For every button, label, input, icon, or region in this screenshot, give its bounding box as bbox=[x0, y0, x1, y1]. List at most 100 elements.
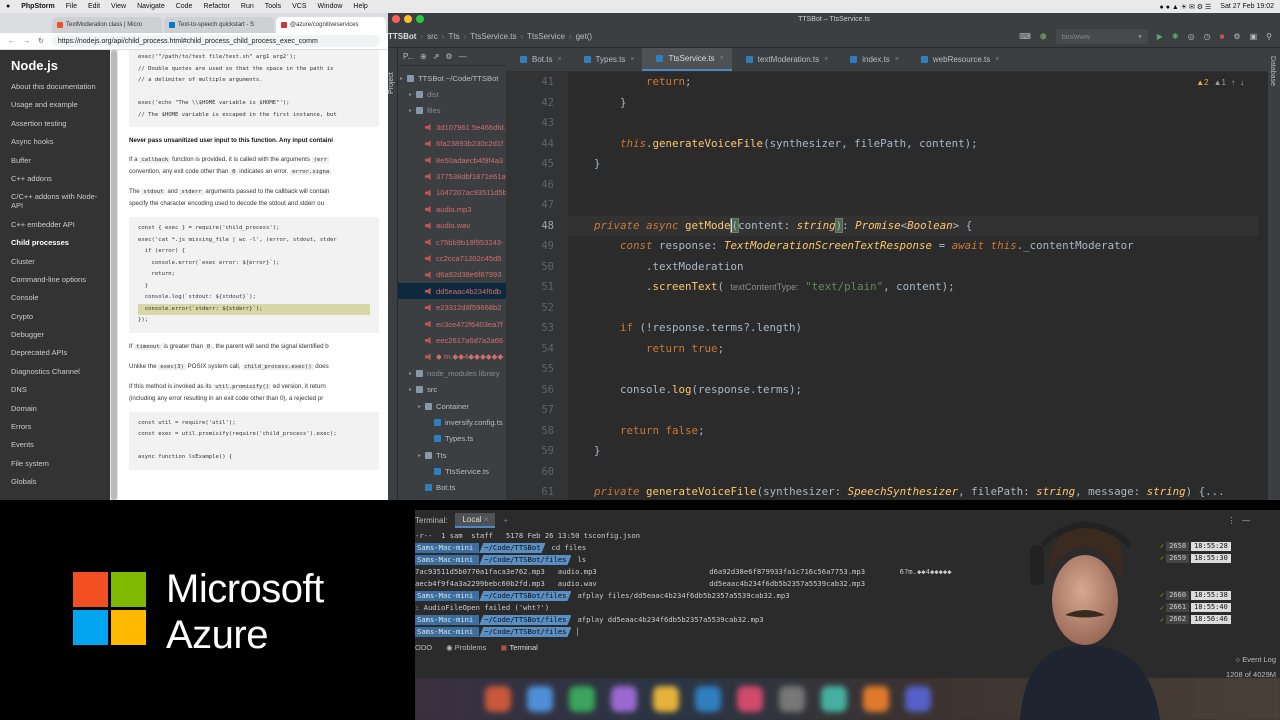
project-tree-item[interactable]: eec2617a6d7a2a66 bbox=[398, 332, 506, 348]
zoom-window-icon[interactable] bbox=[416, 15, 424, 23]
address-bar[interactable]: https://nodejs.org/api/child_process.htm… bbox=[51, 35, 380, 47]
project-tree-item[interactable]: d6a92d38e6f87993 bbox=[398, 267, 506, 283]
menubar-help[interactable]: Help bbox=[353, 3, 367, 10]
coverage-icon[interactable]: ◎ bbox=[1188, 32, 1195, 41]
locate-icon[interactable]: ⊕ bbox=[420, 52, 427, 61]
project-tree-item[interactable]: ▸ TTSBot ~/Code/TTSBot bbox=[398, 70, 506, 86]
menubar-run[interactable]: Run bbox=[241, 3, 254, 10]
todo-tool-button[interactable]: ODO bbox=[415, 643, 432, 652]
dock-app-icon[interactable] bbox=[485, 686, 511, 712]
terminal-tool-button[interactable]: ▣ Terminal bbox=[500, 643, 537, 652]
run-config-select[interactable]: bin/www ▾ bbox=[1055, 28, 1148, 44]
nodejs-brand[interactable]: Node.js bbox=[11, 58, 99, 73]
editor-tab[interactable]: index.ts × bbox=[836, 48, 907, 71]
project-tool-button[interactable]: Project bbox=[388, 54, 398, 94]
breadcrumb-file[interactable]: TtsService.ts bbox=[470, 32, 516, 41]
status-icons[interactable]: ● ● ▲ ☀ ✉ ⚙ ☰ bbox=[1160, 3, 1212, 11]
menubar-datetime[interactable]: Sat 27 Feb 19:02 bbox=[1220, 3, 1274, 10]
browser-tab-azure-npm[interactable]: @azure/cognitiveservices bbox=[276, 17, 386, 33]
database-tool-button[interactable]: Database bbox=[1269, 56, 1276, 86]
menubar-tools[interactable]: Tools bbox=[265, 3, 281, 10]
docs-nav-item[interactable]: Deprecated APIs bbox=[11, 348, 99, 357]
project-tree-item[interactable]: e23312d8f59668b2 bbox=[398, 299, 506, 315]
layout-icon[interactable]: ▣ bbox=[1250, 32, 1258, 41]
forward-icon[interactable]: → bbox=[23, 38, 30, 45]
docs-nav-item[interactable]: C++ embedder API bbox=[11, 220, 99, 229]
menubar-window[interactable]: Window bbox=[318, 3, 343, 10]
project-tree-item[interactable]: cc2cca71202c45d5 bbox=[398, 250, 506, 266]
docs-nav-item[interactable]: Assertion testing bbox=[11, 119, 99, 128]
docs-sidebar-scrollbar[interactable] bbox=[110, 50, 118, 500]
browser-tab-tts-quickstart[interactable]: Text-to-speech quickstart - S bbox=[164, 17, 274, 33]
docs-nav-item[interactable]: File system bbox=[11, 459, 99, 468]
down-icon[interactable]: ↓ bbox=[1240, 78, 1244, 87]
debug-icon[interactable]: ✱ bbox=[1172, 32, 1179, 41]
close-tab-icon[interactable]: × bbox=[557, 56, 561, 63]
menubar-code[interactable]: Code bbox=[176, 3, 193, 10]
project-tree-item[interactable]: ▸ node_modules library bbox=[398, 365, 506, 381]
project-tree-item[interactable]: 8e50adaecb4f9f4a3 bbox=[398, 152, 506, 168]
menubar-navigate[interactable]: Navigate bbox=[137, 3, 165, 10]
profile-icon[interactable]: ◷ bbox=[1204, 32, 1211, 41]
project-tree-item[interactable]: audio.mp3 bbox=[398, 201, 506, 217]
apple-icon[interactable]: ● bbox=[6, 3, 10, 10]
close-icon[interactable]: × bbox=[484, 515, 489, 524]
menubar-refactor[interactable]: Refactor bbox=[203, 3, 229, 10]
docs-nav-item[interactable]: Buffer bbox=[11, 156, 99, 165]
dock-app-icon[interactable] bbox=[863, 686, 889, 712]
dock-app-icon[interactable] bbox=[905, 686, 931, 712]
project-tree-item[interactable]: ▸ Tts bbox=[398, 447, 506, 463]
project-tree-item[interactable]: 377538dbf1871e61a bbox=[398, 168, 506, 184]
editor-tab[interactable]: Bot.ts × bbox=[506, 48, 570, 71]
project-tree-item[interactable]: Bot.ts bbox=[398, 480, 506, 496]
dock-app-icon[interactable] bbox=[611, 686, 637, 712]
close-tab-icon[interactable]: × bbox=[895, 56, 899, 63]
docs-nav-item[interactable]: Usage and example bbox=[11, 100, 99, 109]
project-tree-item[interactable]: 6fa23893b230c2d1f bbox=[398, 136, 506, 152]
editor-tab[interactable]: webResource.ts × bbox=[907, 48, 1007, 71]
docs-nav-item[interactable]: C++ addons bbox=[11, 174, 99, 183]
project-tree-item[interactable]: 3d107961 5e466dfd. bbox=[398, 119, 506, 135]
close-tab-icon[interactable]: × bbox=[824, 56, 828, 63]
dock-app-icon[interactable] bbox=[653, 686, 679, 712]
breadcrumb-project[interactable]: TTSBot bbox=[388, 32, 416, 41]
docs-nav-item[interactable]: C/C++ addons with Node-API bbox=[11, 192, 99, 210]
project-tree-item[interactable]: ◆ m.◆◆4◆◆◆◆◆◆ bbox=[398, 349, 506, 365]
docs-nav-item[interactable]: Errors bbox=[11, 422, 99, 431]
docs-nav-item[interactable]: Crypto bbox=[11, 312, 99, 321]
browser-tab-textmoderation[interactable]: TextModeration class | Micro bbox=[52, 17, 162, 33]
stop-icon[interactable]: ■ bbox=[1220, 32, 1225, 41]
docs-nav-item[interactable]: Console bbox=[11, 293, 99, 302]
docs-nav-item[interactable]: About this documentation bbox=[11, 82, 99, 91]
dock-app-icon[interactable] bbox=[821, 686, 847, 712]
docs-nav-item[interactable]: Child processes bbox=[11, 238, 99, 247]
scrollbar-thumb[interactable] bbox=[111, 50, 117, 500]
breadcrumb-src[interactable]: src bbox=[427, 32, 438, 41]
terminal-tab-local[interactable]: Local × bbox=[455, 512, 496, 528]
docs-nav-item[interactable]: Domain bbox=[11, 404, 99, 413]
docs-nav-item[interactable]: Globals bbox=[11, 477, 99, 486]
hide-icon[interactable]: — bbox=[459, 52, 467, 61]
editor-tab[interactable]: textModeration.ts × bbox=[732, 48, 836, 71]
problems-tool-button[interactable]: ◉ Problems bbox=[446, 643, 486, 652]
project-view-select[interactable]: P... bbox=[403, 52, 414, 61]
expand-arrow-icon[interactable]: ▸ bbox=[409, 107, 416, 114]
menubar-file[interactable]: File bbox=[66, 3, 77, 10]
dock-app-icon[interactable] bbox=[695, 686, 721, 712]
docs-nav-item[interactable]: Events bbox=[11, 440, 99, 449]
expand-arrow-icon[interactable]: ▸ bbox=[418, 452, 425, 459]
settings-icon[interactable]: ⚙ bbox=[1233, 32, 1240, 41]
editor-code[interactable]: return; } this.generateVoiceFile(synthes… bbox=[568, 72, 1258, 500]
editor-tab[interactable]: Types.ts × bbox=[570, 48, 643, 71]
dock-app-icon[interactable] bbox=[569, 686, 595, 712]
project-tree-item[interactable]: TtsService.ts bbox=[398, 463, 506, 479]
search-everywhere-icon[interactable]: ⚲ bbox=[1266, 32, 1272, 41]
add-terminal-icon[interactable]: + bbox=[503, 516, 508, 525]
project-tree-item[interactable]: 1047207ac93511d5b bbox=[398, 185, 506, 201]
expand-arrow-icon[interactable]: ▸ bbox=[400, 75, 407, 82]
docs-nav-item[interactable]: Diagnostics Channel bbox=[11, 367, 99, 376]
up-icon[interactable]: ↑ bbox=[1231, 78, 1235, 87]
project-tree-item[interactable]: ec3ce472f6403ea7f bbox=[398, 316, 506, 332]
close-window-icon[interactable] bbox=[392, 15, 400, 23]
expand-arrow-icon[interactable]: ▸ bbox=[409, 370, 416, 377]
